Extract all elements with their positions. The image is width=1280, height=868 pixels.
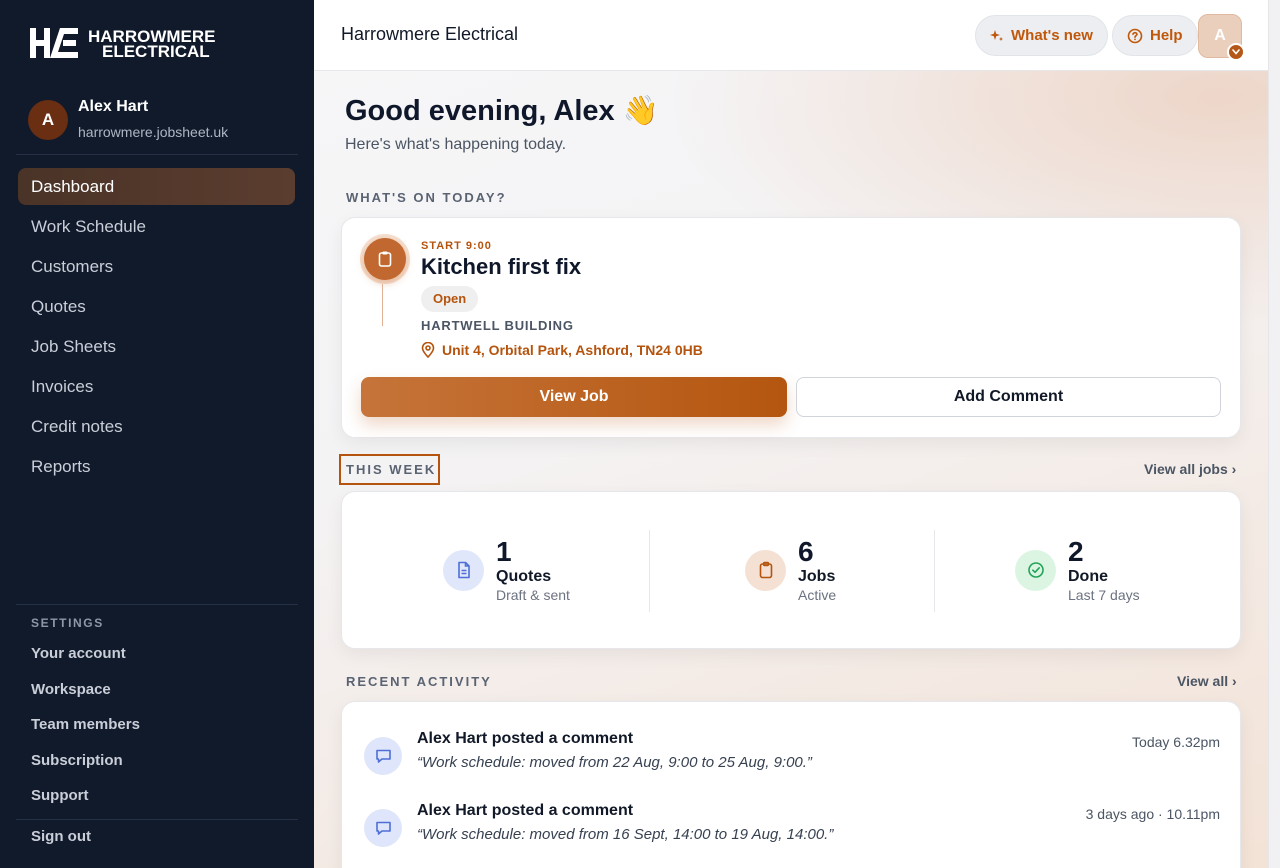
- settings-item-workspace[interactable]: Workspace: [31, 678, 140, 714]
- job-address[interactable]: Unit 4, Orbital Park, Ashford, TN24 0HB: [421, 342, 703, 358]
- settings-title: SETTINGS: [31, 616, 104, 630]
- sidebar-item-quotes[interactable]: Quotes: [18, 288, 295, 325]
- stat-jobs-value: 6: [798, 535, 814, 567]
- user-profile[interactable]: A Alex Hart harrowmere.jobsheet.uk: [28, 98, 228, 142]
- activity-title: Alex Hart posted a comment: [417, 802, 634, 819]
- main-content: Harrowmere Electrical What's new Help A …: [314, 0, 1280, 868]
- chevron-down-icon: [1227, 43, 1245, 61]
- check-circle-icon: [1015, 549, 1056, 591]
- sidebar-divider: [16, 819, 298, 820]
- activity-time: Today 6.32pm: [1132, 734, 1220, 750]
- top-bar: Harrowmere Electrical What's new Help A: [314, 0, 1268, 71]
- section-label-today: WHAT'S ON TODAY?: [346, 190, 507, 205]
- view-all-activity-link[interactable]: View all ›: [1177, 673, 1237, 689]
- map-pin-icon: [421, 342, 435, 358]
- weekly-stats-card: 1 Quotes Draft & sent 6 Jobs Active 2 Do…: [341, 491, 1241, 649]
- list-item[interactable]: Alex Hart posted a comment “Work schedul…: [362, 802, 1222, 850]
- stat-divider: [934, 530, 935, 612]
- job-company: HARTWELL BUILDING: [421, 318, 574, 333]
- stat-done[interactable]: 2 Done Last 7 days: [1015, 492, 1140, 648]
- clipboard-icon: [745, 549, 786, 591]
- sign-out-link[interactable]: Sign out: [31, 828, 91, 845]
- logo-mark-icon: HARROWMERE ELECTRICAL: [30, 27, 216, 61]
- user-avatar: A: [28, 100, 68, 140]
- view-job-button[interactable]: View Job: [361, 377, 787, 417]
- sidebar-item-invoices[interactable]: Invoices: [18, 368, 295, 405]
- status-badge: Open: [421, 286, 479, 312]
- stat-quotes[interactable]: 1 Quotes Draft & sent: [443, 492, 570, 648]
- timeline-line: [382, 284, 383, 326]
- list-item[interactable]: Alex Hart posted a comment “Work schedul…: [362, 730, 1222, 778]
- clipboard-icon: [364, 238, 406, 280]
- help-button[interactable]: Help: [1112, 15, 1198, 56]
- stat-done-sub: Last 7 days: [1068, 586, 1140, 603]
- job-start-time: START 9:00: [421, 240, 492, 252]
- settings-item-subscription[interactable]: Subscription: [31, 749, 140, 785]
- settings-menu: Your account Workspace Team members Subs…: [31, 642, 140, 820]
- job-address-text: Unit 4, Orbital Park, Ashford, TN24 0HB: [442, 342, 703, 358]
- brand-logo[interactable]: HARROWMERE ELECTRICAL: [30, 26, 230, 62]
- sidebar-item-reports[interactable]: Reports: [18, 448, 295, 485]
- sidebar-item-work-schedule[interactable]: Work Schedule: [18, 208, 295, 245]
- job-title: Kitchen first fix: [421, 254, 582, 279]
- greeting-title: Good evening, Alex 👋: [345, 95, 659, 127]
- account-menu-avatar[interactable]: A: [1198, 14, 1245, 61]
- greeting-subtitle: Here's what's happening today.: [345, 136, 567, 153]
- help-circle-icon: [1127, 28, 1143, 43]
- whats-new-button[interactable]: What's new: [975, 15, 1108, 56]
- stat-divider: [649, 530, 650, 612]
- comment-icon: [364, 737, 402, 775]
- user-name: Alex Hart: [78, 98, 149, 115]
- user-domain: harrowmere.jobsheet.uk: [78, 124, 229, 140]
- stat-done-value: 2: [1068, 535, 1084, 567]
- sidebar-nav: Dashboard Work Schedule Customers Quotes…: [18, 168, 295, 488]
- stat-jobs-label: Jobs: [798, 567, 836, 585]
- comment-icon: [364, 809, 402, 847]
- sidebar-divider: [16, 154, 298, 155]
- brand-line2: ELECTRICAL: [102, 42, 210, 61]
- sidebar-item-job-sheets[interactable]: Job Sheets: [18, 328, 295, 365]
- today-job-card: START 9:00 Kitchen first fix Open HARTWE…: [341, 217, 1241, 438]
- add-comment-button[interactable]: Add Comment: [796, 377, 1221, 417]
- activity-quote: “Work schedule: moved from 22 Aug, 9:00 …: [417, 754, 812, 771]
- stat-done-label: Done: [1068, 567, 1108, 585]
- section-label-this-week: THIS WEEK: [346, 462, 437, 477]
- whats-new-label: What's new: [1011, 27, 1093, 44]
- job-icon-ring: [360, 234, 410, 284]
- activity-quote: “Work schedule: moved from 16 Sept, 14:0…: [417, 826, 834, 843]
- sidebar-item-customers[interactable]: Customers: [18, 248, 295, 285]
- view-all-jobs-link[interactable]: View all jobs ›: [1144, 461, 1236, 477]
- activity-title: Alex Hart posted a comment: [417, 730, 634, 747]
- avatar-initial: A: [1214, 27, 1226, 44]
- stat-jobs[interactable]: 6 Jobs Active: [745, 492, 836, 648]
- help-label: Help: [1150, 27, 1183, 44]
- sidebar-divider: [16, 604, 298, 605]
- stat-quotes-value: 1: [496, 535, 512, 567]
- settings-item-your-account[interactable]: Your account: [31, 642, 140, 678]
- recent-activity-card: Alex Hart posted a comment “Work schedul…: [341, 701, 1241, 868]
- scrollbar[interactable]: [1268, 0, 1280, 868]
- stat-quotes-sub: Draft & sent: [496, 586, 570, 603]
- section-label-recent-activity: RECENT ACTIVITY: [346, 674, 492, 689]
- activity-time: 3 days ago · 10.11pm: [1085, 806, 1220, 822]
- settings-item-support[interactable]: Support: [31, 784, 140, 820]
- workspace-title: Harrowmere Electrical: [341, 24, 519, 44]
- sparkle-icon: [990, 29, 1003, 41]
- stat-jobs-sub: Active: [798, 586, 837, 603]
- document-icon: [443, 549, 484, 591]
- sidebar: HARROWMERE ELECTRICAL A Alex Hart harrow…: [0, 0, 314, 868]
- settings-item-team-members[interactable]: Team members: [31, 713, 140, 749]
- stat-quotes-label: Quotes: [496, 567, 552, 585]
- sidebar-item-credit-notes[interactable]: Credit notes: [18, 408, 295, 445]
- sidebar-item-dashboard[interactable]: Dashboard: [18, 168, 295, 205]
